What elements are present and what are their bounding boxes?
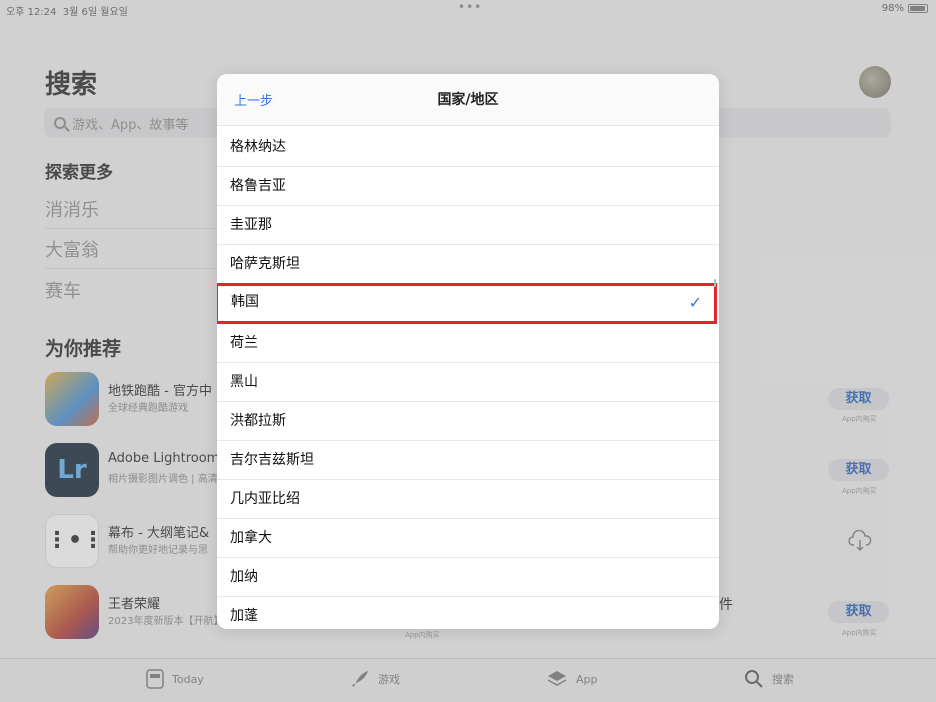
country-row[interactable]: 吉尔吉兹斯坦 — [217, 441, 719, 480]
scrollbar[interactable] — [714, 279, 716, 287]
country-row[interactable]: 洪都拉斯 — [217, 402, 719, 441]
country-list[interactable]: 格林纳达 格鲁吉亚 圭亚那 哈萨克斯坦 韩国 ✓ 荷兰 黑山 洪都拉斯 吉尔吉兹… — [217, 128, 719, 629]
country-row[interactable]: 哈萨克斯坦 — [217, 245, 719, 284]
checkmark-icon: ✓ — [688, 293, 702, 312]
sheet-title: 国家/地区 — [437, 92, 499, 108]
country-row-selected[interactable]: 韩国 ✓ — [217, 283, 717, 324]
country-row[interactable]: 格林纳达 — [217, 128, 719, 167]
country-row[interactable]: 圭亚那 — [217, 206, 719, 245]
country-row[interactable]: 荷兰 — [217, 324, 719, 363]
country-row[interactable]: 黑山 — [217, 363, 719, 402]
country-row[interactable]: 加纳 — [217, 558, 719, 597]
country-row[interactable]: 加蓬 — [217, 597, 719, 629]
country-row[interactable]: 格鲁吉亚 — [217, 167, 719, 206]
country-row[interactable]: 几内亚比绍 — [217, 480, 719, 519]
sheet-header: 上一步 国家/地区 — [217, 74, 719, 126]
country-region-sheet: 上一步 国家/地区 格林纳达 格鲁吉亚 圭亚那 哈萨克斯坦 韩国 ✓ 荷兰 黑山… — [217, 74, 719, 629]
country-row[interactable]: 加拿大 — [217, 519, 719, 558]
